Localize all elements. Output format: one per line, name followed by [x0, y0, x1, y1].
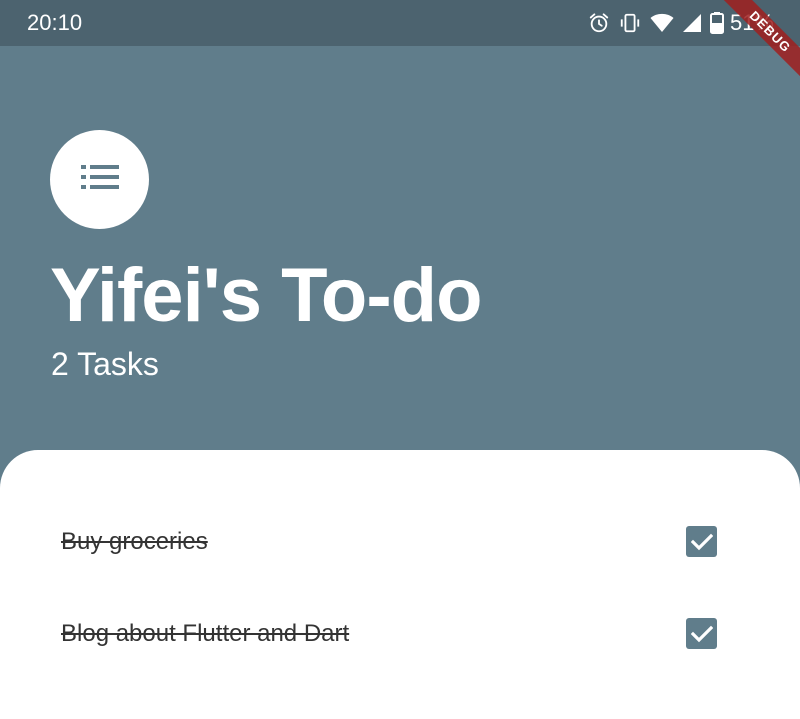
status-icons: 51%: [580, 10, 774, 36]
task-count: 2 Tasks: [51, 346, 159, 382]
vibrate-icon: [618, 12, 642, 34]
task-title: Buy groceries: [61, 528, 208, 555]
battery-icon: [709, 12, 724, 34]
task-title: Blog about Flutter and Dart: [61, 620, 350, 647]
check-icon: [690, 533, 713, 550]
check-icon: [690, 625, 713, 642]
wifi-icon: [650, 13, 674, 33]
status-bar: 20:10 51%: [0, 0, 800, 46]
task-item[interactable]: Blog about Flutter and Dart: [0, 604, 800, 664]
alarm-icon: [588, 12, 610, 34]
task-item[interactable]: Buy groceries: [0, 512, 800, 572]
signal-icon: [682, 13, 702, 33]
battery-percentage: 51%: [729, 10, 774, 35]
menu-button[interactable]: [50, 130, 149, 229]
task-checkbox[interactable]: [686, 526, 717, 557]
header: Yifei's To-do 2 Tasks: [0, 46, 800, 450]
status-time: 20:10: [27, 10, 83, 35]
page-title: Yifei's To-do: [50, 253, 482, 338]
task-list: Buy groceries Blog about Flutter and Dar…: [0, 450, 800, 719]
list-icon: [80, 165, 119, 194]
task-checkbox[interactable]: [686, 618, 717, 649]
